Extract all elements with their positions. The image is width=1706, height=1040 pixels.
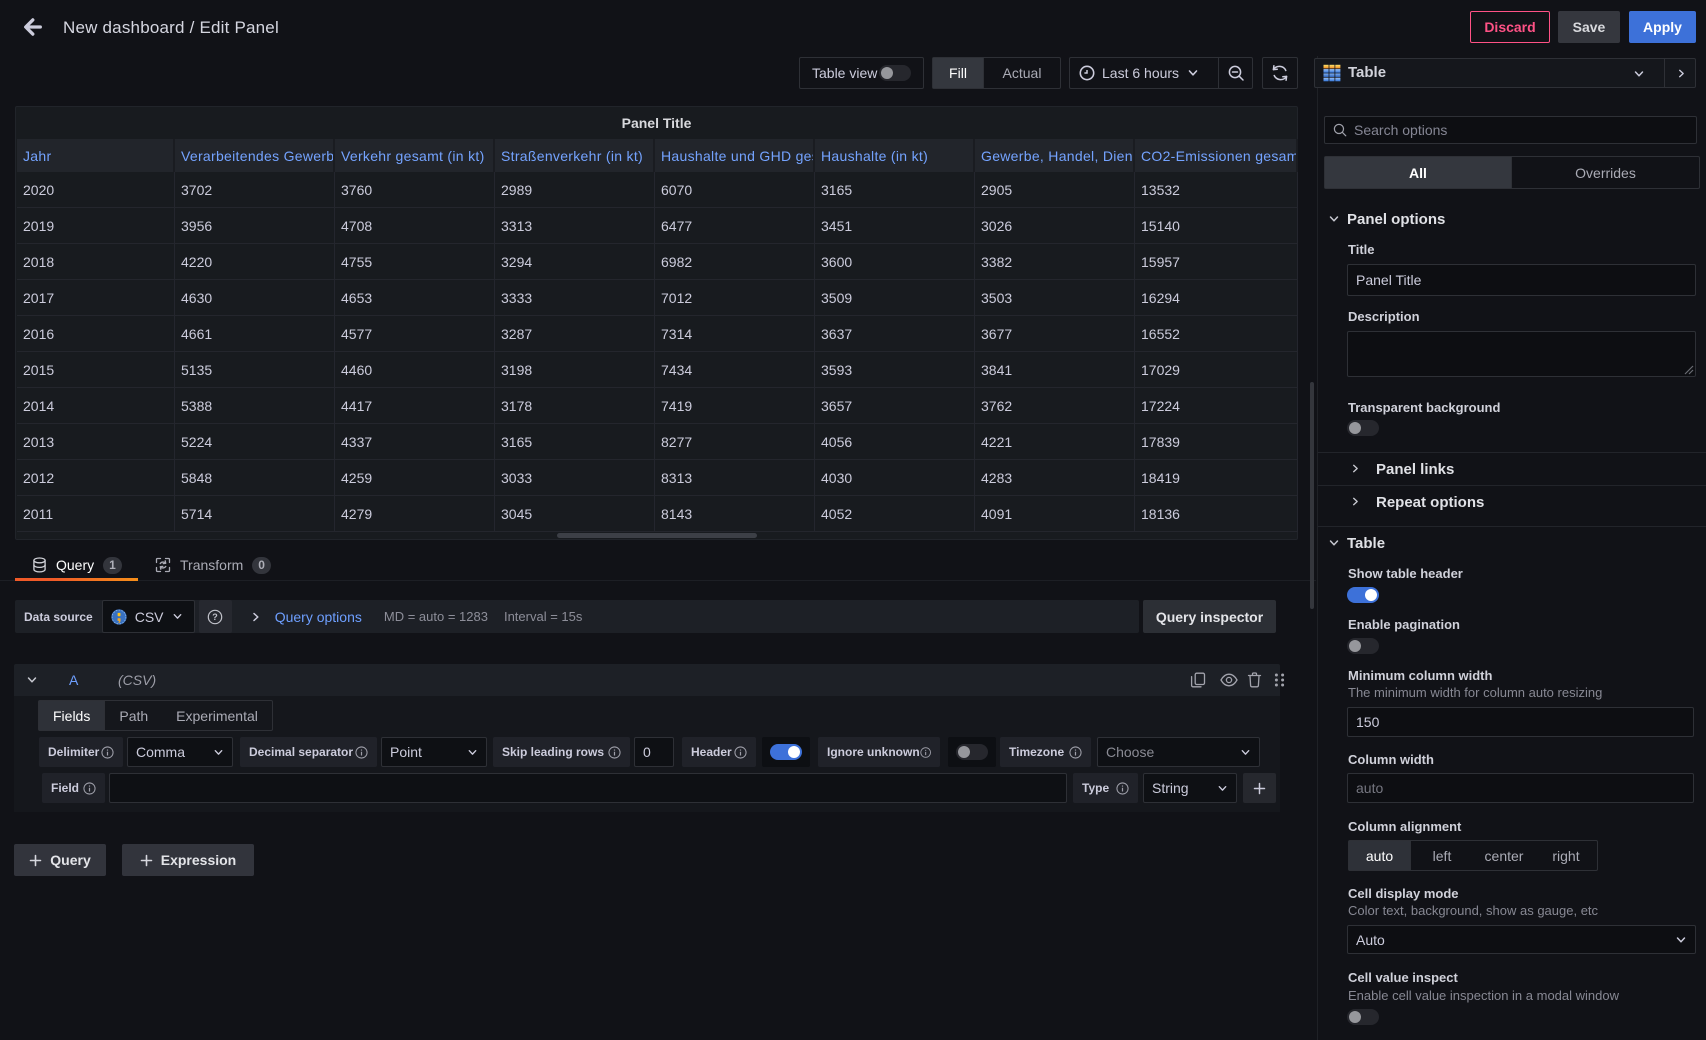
svg-text:?: ? (212, 612, 218, 622)
